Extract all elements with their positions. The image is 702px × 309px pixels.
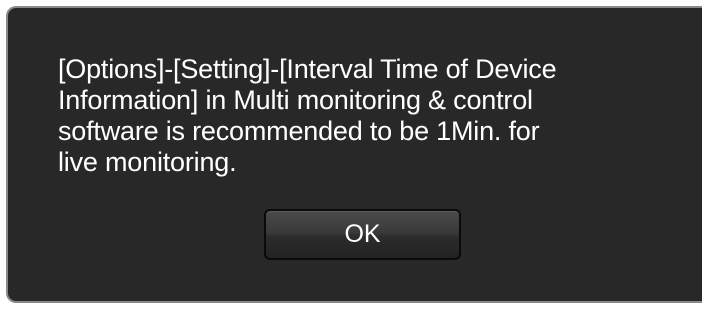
ok-button[interactable]: OK	[264, 209, 461, 260]
message-dialog: [Options]-[Setting]-[Interval Time of De…	[6, 6, 702, 303]
dialog-message: [Options]-[Setting]-[Interval Time of De…	[58, 54, 557, 177]
